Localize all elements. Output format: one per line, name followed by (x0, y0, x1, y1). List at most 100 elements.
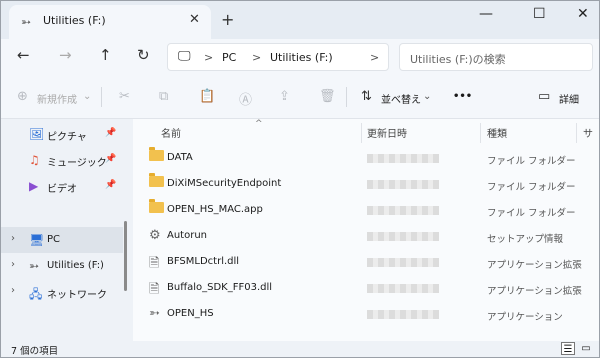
pin-icon[interactable]: 📌 (105, 180, 116, 190)
back-button[interactable]: ← (17, 46, 30, 64)
file-date-redacted (367, 284, 439, 293)
details-button[interactable]: 詳細 (559, 91, 579, 106)
details-pane-icon: ▭ (538, 89, 551, 104)
monitor-icon: 🖵 (178, 49, 191, 64)
pictures-icon: 🖼 (29, 127, 45, 141)
more-options-button[interactable]: ••• (453, 91, 472, 102)
column-type[interactable]: 種類 (487, 125, 507, 140)
item-count: 7 個の項目 (11, 346, 59, 357)
sidebar-scrollbar[interactable] (124, 221, 127, 291)
sidebar-item-pc[interactable]: › 🖥 PC (1, 227, 123, 253)
maximize-button[interactable]: ☐ (533, 6, 546, 22)
new-button[interactable]: 新規作成 (37, 91, 77, 106)
sidebar-item-network[interactable]: › 🖧 ネットワーク (1, 279, 123, 305)
sort-icon: ⇅ (361, 89, 372, 104)
status-bar: 7 個の項目 ☰ ▭ (1, 341, 599, 357)
file-date-redacted (367, 154, 439, 163)
file-name: OPEN_HS (167, 308, 214, 319)
cut-icon[interactable]: ✂ (119, 89, 130, 104)
table-row[interactable]: 🗎 Buffalo_SDK_FF03.dll アプリケーション拡張 (133, 275, 599, 301)
breadcrumb-sep: > (252, 51, 262, 64)
chevron-right-icon[interactable]: › (11, 285, 15, 296)
close-tab-icon[interactable]: ✕ (189, 12, 200, 27)
sidebar-item-videos[interactable]: ▶ ビデオ 📌 (1, 173, 123, 199)
refresh-button[interactable]: ↻ (137, 46, 150, 64)
breadcrumb-sep: > (204, 51, 214, 64)
chevron-down-icon: ⌄ (83, 91, 92, 102)
pc-icon: 🖥 (29, 233, 45, 247)
sort-button[interactable]: 並べ替え (381, 91, 421, 106)
sidebar-item-music[interactable]: ♫ ミュージック 📌 (1, 147, 123, 173)
divider (101, 87, 102, 107)
sidebar-item-drive[interactable]: › ➳ Utilities (F:) (1, 253, 123, 279)
minimize-button[interactable]: — (479, 6, 493, 22)
table-row[interactable]: DiXiMSecurityEndpoint ファイル フォルダー (133, 171, 599, 197)
settings-file-icon: ⚙ (149, 228, 161, 243)
file-type: アプリケーション (487, 312, 563, 323)
sidebar-item-label: Utilities (F:) (47, 260, 104, 271)
tab-bar: ➳ Utilities (F:) ✕ + — ☐ ✕ (1, 1, 599, 39)
up-button[interactable]: ↑ (99, 46, 112, 64)
file-type: ファイル フォルダー (487, 208, 576, 219)
file-type: アプリケーション拡張 (487, 286, 582, 297)
tiles-view-button[interactable]: ▭ (579, 342, 593, 355)
file-date-redacted (367, 310, 439, 319)
close-window-button[interactable]: ✕ (577, 6, 589, 22)
column-size[interactable]: サ (583, 125, 593, 140)
file-name: DATA (167, 152, 193, 163)
table-row[interactable]: ⚙ Autorun セットアップ情報 (133, 223, 599, 249)
new-icon: ⊕ (17, 89, 28, 104)
sort-up-icon: ^ (255, 119, 263, 129)
tab-utilities[interactable]: ➳ Utilities (F:) ✕ (9, 5, 211, 39)
navigation-pane: 🖼 ピクチャ 📌 ♫ ミュージック 📌 ▶ ビデオ 📌 › 🖥 PC › ➳ U… (1, 119, 123, 341)
app-icon: ➳ (149, 306, 160, 321)
file-date-redacted (367, 232, 439, 241)
sidebar-item-label: PC (47, 234, 61, 245)
pin-icon[interactable]: 📌 (105, 154, 116, 164)
music-icon: ♫ (29, 153, 40, 167)
new-tab-button[interactable]: + (221, 10, 234, 29)
copy-icon[interactable]: ⧉ (159, 89, 168, 104)
file-type: ファイル フォルダー (487, 156, 576, 167)
table-row[interactable]: 🗎 BFSMLDctrl.dll アプリケーション拡張 (133, 249, 599, 275)
videos-icon: ▶ (29, 179, 39, 193)
address-bar[interactable]: 🖵 > PC > Utilities (F:) > (167, 43, 389, 71)
column-divider[interactable] (576, 123, 577, 143)
share-icon[interactable]: ⇪ (279, 89, 290, 104)
explorer-window: ➳ Utilities (F:) ✕ + — ☐ ✕ ← → ↑ ↻ 🖵 > P… (0, 0, 600, 358)
paste-icon[interactable]: 📋 (199, 89, 215, 104)
sidebar-item-label: ビデオ (47, 184, 77, 195)
rename-icon[interactable]: Ⓐ (239, 89, 252, 108)
chevron-right-icon[interactable]: › (11, 233, 15, 244)
breadcrumb-drive[interactable]: Utilities (F:) (270, 51, 333, 64)
folder-icon (149, 173, 164, 191)
dll-file-icon: 🗎 (149, 282, 160, 297)
network-icon: 🖧 (29, 287, 43, 301)
search-input[interactable]: Utilities (F:)の検索 (399, 43, 593, 71)
pin-icon[interactable]: 📌 (105, 128, 116, 138)
table-row[interactable]: ➳ OPEN_HS アプリケーション (133, 301, 599, 327)
file-date-redacted (367, 180, 439, 189)
details-view-button[interactable]: ☰ (561, 342, 575, 355)
drive-icon: ➳ (21, 15, 32, 29)
folder-icon (149, 147, 164, 165)
column-name[interactable]: 名前 (161, 125, 181, 140)
dll-file-icon: 🗎 (149, 256, 160, 271)
table-row[interactable]: DATA ファイル フォルダー (133, 145, 599, 171)
file-date-redacted (367, 258, 439, 267)
file-list: ^ 名前 更新日時 種類 サ DATA ファイル フォルダー DiXiMSecu… (133, 119, 599, 341)
file-name: BFSMLDctrl.dll (167, 256, 240, 267)
sidebar-item-label: ネットワーク (47, 290, 107, 301)
column-divider[interactable] (361, 123, 362, 143)
column-date[interactable]: 更新日時 (367, 125, 407, 140)
file-type: アプリケーション拡張 (487, 260, 582, 271)
forward-button[interactable]: → (59, 46, 72, 64)
column-divider[interactable] (480, 123, 481, 143)
table-row[interactable]: OPEN_HS_MAC.app ファイル フォルダー (133, 197, 599, 223)
chevron-right-icon[interactable]: › (11, 259, 15, 270)
sidebar-item-pictures[interactable]: 🖼 ピクチャ 📌 (1, 121, 123, 147)
delete-icon[interactable]: 🗑 (319, 89, 336, 104)
breadcrumb-sep: > (370, 51, 380, 64)
address-row: ← → ↑ ↻ 🖵 > PC > Utilities (F:) > Utilit… (1, 39, 599, 75)
breadcrumb-pc[interactable]: PC (222, 51, 236, 64)
